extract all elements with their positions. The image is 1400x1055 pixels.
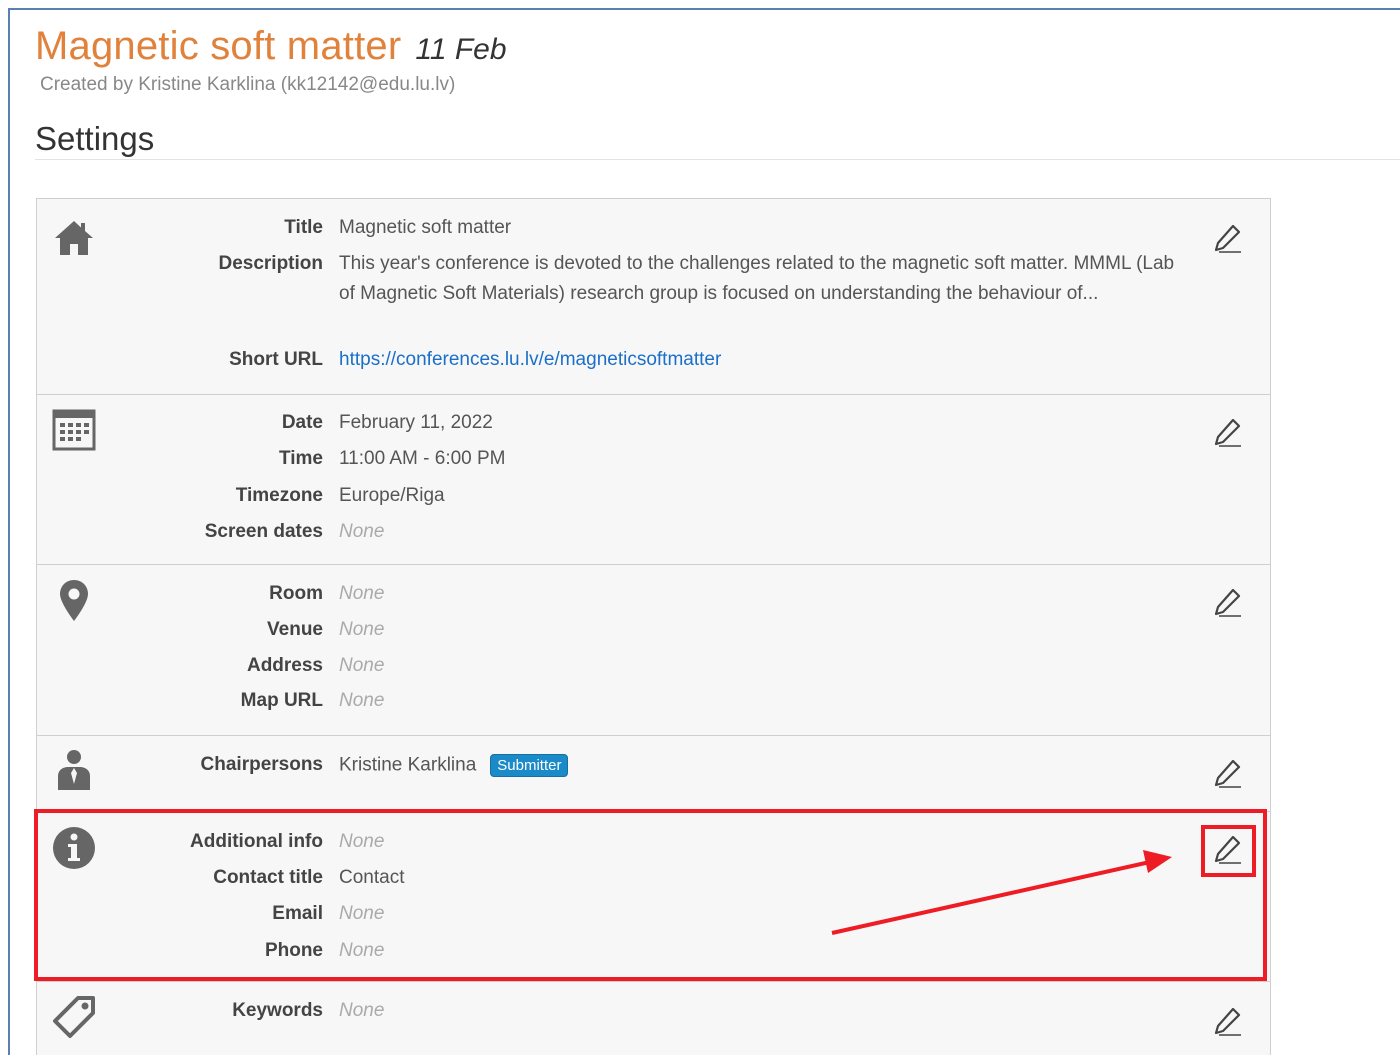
screen-dates-label: Screen dates	[204, 521, 323, 542]
venue-label: Venue	[267, 619, 323, 640]
title-value: Magnetic soft matter	[339, 217, 512, 238]
time-value: 11:00 AM - 6:00 PM	[339, 448, 506, 469]
location-section: Room None Venue None Address None Map UR…	[37, 565, 1270, 736]
chairpersons-field: Chairpersons Kristine Karklina Submitter	[37, 750, 1237, 780]
short-url-label: Short URL	[229, 349, 323, 370]
venue-value: None	[339, 619, 385, 640]
edit-keywords-button[interactable]	[1211, 1004, 1245, 1038]
event-title: Magnetic soft matter	[35, 24, 402, 68]
pencil-icon	[1214, 1007, 1241, 1036]
edit-location-button[interactable]	[1211, 585, 1245, 619]
edit-general-button[interactable]	[1211, 221, 1245, 255]
pencil-icon	[1214, 224, 1241, 253]
time-label: Time	[278, 448, 323, 469]
short-url-field: Short URL https://conferences.lu.lv/e/ma…	[37, 345, 1237, 375]
keywords-field: Keywords None	[37, 996, 1237, 1026]
venue-field: Venue None	[37, 615, 1237, 645]
divider	[35, 159, 1400, 160]
address-label: Address	[246, 655, 323, 676]
map-url-field: Map URL None	[37, 686, 1237, 716]
room-field: Room None	[37, 579, 1237, 609]
map-url-label: Map URL	[240, 690, 323, 711]
highlight-box	[34, 809, 1267, 981]
keywords-value: None	[339, 1000, 385, 1021]
chairpersons-value: Kristine Karklina Submitter	[339, 753, 569, 777]
screen-dates-value: None	[339, 521, 385, 542]
time-field: Time 11:00 AM - 6:00 PM	[37, 444, 1237, 474]
timezone-value: Europe/Riga	[339, 485, 445, 506]
edit-datetime-button[interactable]	[1211, 415, 1245, 449]
keywords-label: Keywords	[232, 1000, 323, 1021]
date-label: Date	[281, 412, 323, 433]
chairpersons-label: Chairpersons	[200, 754, 323, 775]
timezone-label: Timezone	[235, 485, 323, 506]
room-label: Room	[269, 583, 323, 604]
general-section: Title Magnetic soft matter Description T…	[37, 199, 1270, 395]
chairperson-name: Kristine Karklina	[339, 754, 477, 776]
room-value: None	[339, 583, 385, 604]
address-field: Address None	[37, 651, 1237, 681]
address-value: None	[339, 655, 385, 676]
date-value: February 11, 2022	[339, 412, 493, 433]
settings-heading: Settings	[35, 120, 155, 157]
pencil-icon	[1214, 759, 1241, 788]
persons-section: Chairpersons Kristine Karklina Submitter	[37, 736, 1270, 812]
pencil-icon	[1214, 418, 1241, 447]
created-by: Created by Kristine Karklina (kk12142@ed…	[40, 74, 456, 95]
description-label: Description	[218, 253, 323, 274]
date-field: Date February 11, 2022	[37, 408, 1237, 438]
event-header: Magnetic soft matter 11 Feb	[35, 24, 507, 69]
submitter-badge: Submitter	[490, 753, 569, 777]
timezone-field: Timezone Europe/Riga	[37, 481, 1237, 511]
title-label: Title	[284, 217, 323, 238]
event-date: 11 Feb	[415, 33, 507, 66]
short-url-link[interactable]: https://conferences.lu.lv/e/magneticsoft…	[339, 349, 721, 371]
map-url-value: None	[339, 690, 385, 711]
description-value: This year's conference is devoted to the…	[339, 253, 1175, 304]
screen-dates-field: Screen dates None	[37, 517, 1237, 547]
edit-persons-button[interactable]	[1211, 756, 1245, 790]
keywords-section: Keywords None	[37, 982, 1270, 1055]
datetime-section: Date February 11, 2022 Time 11:00 AM - 6…	[37, 395, 1270, 565]
title-field: Title Magnetic soft matter	[37, 213, 1237, 243]
pencil-icon	[1214, 588, 1241, 617]
highlight-edit-box	[1201, 825, 1256, 877]
